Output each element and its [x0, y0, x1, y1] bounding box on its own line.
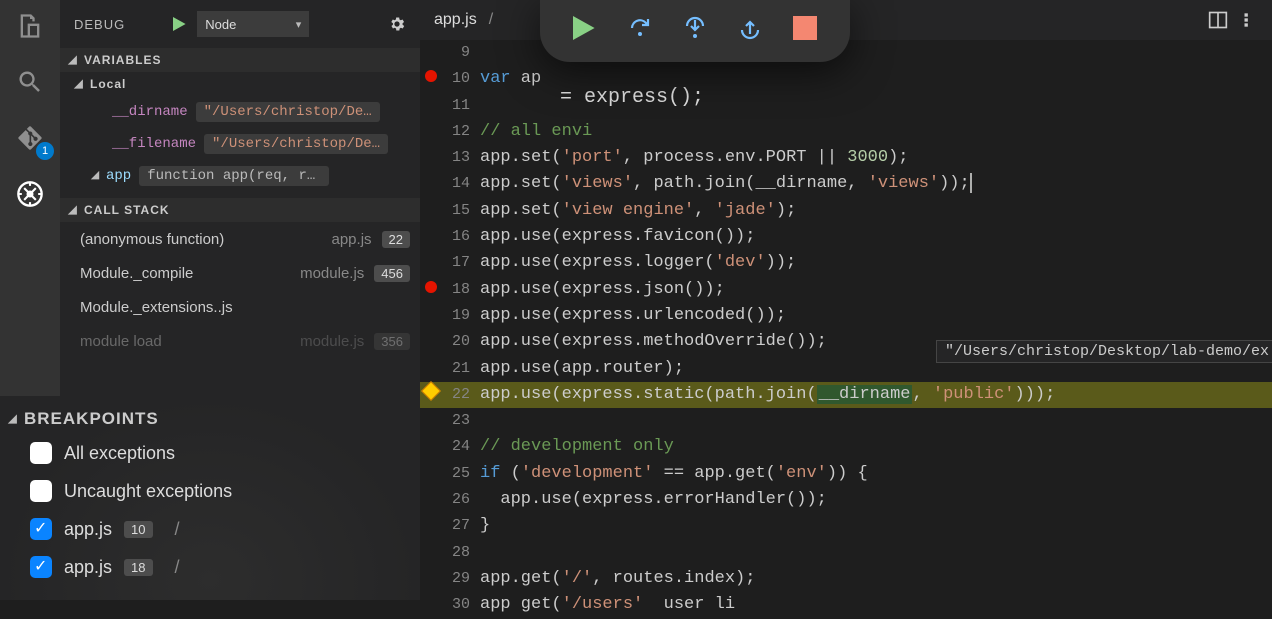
code-line[interactable]: 24// development only: [420, 434, 1272, 460]
breakpoint-row[interactable]: app.js10/: [0, 510, 420, 548]
code-line[interactable]: 16app.use(express.favicon());: [420, 224, 1272, 250]
code-line[interactable]: 10var ap: [420, 66, 1272, 92]
callstack-row[interactable]: module loadmodule.js356: [60, 324, 420, 358]
code-line[interactable]: 19app.use(express.urlencoded());: [420, 303, 1272, 329]
variable-row[interactable]: __dirname "/Users/christop/De…: [60, 96, 420, 128]
sidebar-title: DEBUG: [74, 17, 125, 32]
step-into-icon[interactable]: [683, 16, 707, 40]
split-editor-icon[interactable]: [1208, 10, 1228, 30]
code-line[interactable]: 15app.set('view engine', 'jade');: [420, 198, 1272, 224]
callstack-row[interactable]: Module._compilemodule.js456: [60, 256, 420, 290]
code-line[interactable]: 22app.use(express.static(path.join(__dir…: [420, 382, 1272, 408]
gear-icon[interactable]: [388, 15, 406, 33]
git-icon-wrapper[interactable]: 1: [16, 124, 44, 152]
code-line[interactable]: 28: [420, 540, 1272, 566]
code-line[interactable]: 23: [420, 408, 1272, 434]
code-line[interactable]: 26 app.use(express.errorHandler());: [420, 487, 1272, 513]
debug-config-select[interactable]: Node: [197, 11, 309, 37]
checkbox-icon[interactable]: [30, 556, 52, 578]
local-scope-header[interactable]: ◢Local: [60, 72, 420, 96]
explorer-icon[interactable]: [16, 12, 44, 40]
continue-icon[interactable]: [573, 16, 597, 40]
editor-area: app.js / 910var ap1112// all envi13app.s…: [420, 0, 1272, 600]
start-debug-icon[interactable]: [173, 17, 187, 31]
git-badge: 1: [36, 142, 54, 160]
breakpoint-row[interactable]: Uncaught exceptions: [0, 472, 420, 510]
tab-appjs[interactable]: app.js: [430, 11, 481, 29]
inline-value-display: = express();: [560, 86, 704, 109]
callstack-section-header[interactable]: ◢CALL STACK: [60, 198, 420, 222]
checkbox-icon[interactable]: [30, 518, 52, 540]
more-icon[interactable]: [1242, 10, 1262, 30]
checkbox-icon[interactable]: [30, 480, 52, 502]
variable-row[interactable]: ◢ app function app(req, res, ne...: [60, 160, 420, 192]
hover-tooltip: "/Users/christop/Desktop/lab-demo/ex: [936, 340, 1272, 363]
code-line[interactable]: 14app.set('views', path.join(__dirname, …: [420, 171, 1272, 197]
code-line[interactable]: 11: [420, 93, 1272, 119]
sidebar-header: DEBUG Node: [60, 0, 420, 48]
code-line[interactable]: 13app.set('port', process.env.PORT || 30…: [420, 145, 1272, 171]
stop-icon[interactable]: [793, 16, 817, 40]
callstack-row[interactable]: (anonymous function)app.js22: [60, 222, 420, 256]
step-over-icon[interactable]: [628, 16, 652, 40]
code-line[interactable]: 25if ('development' == app.get('env')) {: [420, 461, 1272, 487]
variables-section-header[interactable]: ◢VARIABLES: [60, 48, 420, 72]
code-line[interactable]: 18app.use(express.json());: [420, 277, 1272, 303]
code-line[interactable]: 12// all envi: [420, 119, 1272, 145]
breakpoints-panel: ◢BREAKPOINTS All exceptions Uncaught exc…: [0, 396, 420, 600]
tab-sep: /: [485, 11, 497, 29]
code-line[interactable]: 30app get('/users' user li: [420, 592, 1272, 618]
debug-icon[interactable]: [16, 180, 44, 208]
search-icon[interactable]: [16, 68, 44, 96]
checkbox-icon[interactable]: [30, 442, 52, 464]
code-line[interactable]: 27}: [420, 513, 1272, 539]
debug-toolbar: [540, 0, 850, 62]
breakpoints-section-header[interactable]: ◢BREAKPOINTS: [0, 404, 420, 434]
breakpoint-row[interactable]: All exceptions: [0, 434, 420, 472]
callstack-row[interactable]: Module._extensions..js: [60, 290, 420, 324]
variable-row[interactable]: __filename "/Users/christop/De…: [60, 128, 420, 160]
step-out-icon[interactable]: [738, 16, 762, 40]
code-line[interactable]: 29app.get('/', routes.index);: [420, 566, 1272, 592]
breakpoint-row[interactable]: app.js18/: [0, 548, 420, 586]
code-line[interactable]: 17app.use(express.logger('dev'));: [420, 250, 1272, 276]
code-view[interactable]: 910var ap1112// all envi13app.set('port'…: [420, 40, 1272, 619]
